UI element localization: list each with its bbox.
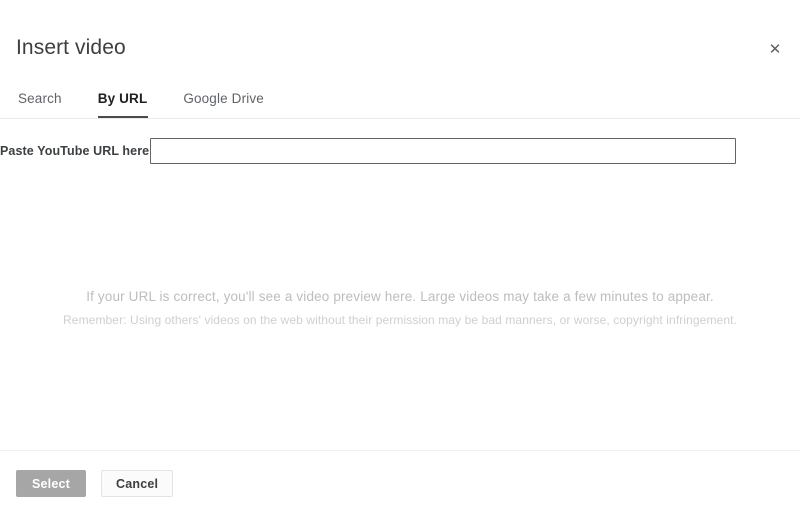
tab-by-url[interactable]: By URL [80, 78, 166, 119]
close-icon[interactable]: ✕ [762, 36, 788, 62]
dialog-body: Paste YouTube URL here: If your URL is c… [0, 119, 800, 450]
preview-hint-secondary: Remember: Using others' videos on the we… [63, 313, 737, 327]
url-field-row: Paste YouTube URL here: [0, 136, 800, 166]
cancel-button[interactable]: Cancel [101, 470, 174, 497]
insert-video-dialog: Insert video ✕ Search By URL Google Driv… [0, 0, 800, 529]
select-button[interactable]: Select [16, 470, 86, 497]
footer-button-group: Select Cancel [16, 470, 174, 497]
tab-google-drive-label: Google Drive [183, 91, 264, 106]
tab-search-label: Search [18, 91, 62, 106]
preview-hint-primary: If your URL is correct, you'll see a vid… [86, 289, 714, 304]
tab-by-url-label: By URL [97, 91, 148, 106]
tabs-bar: Search By URL Google Drive [0, 78, 800, 119]
tab-google-drive[interactable]: Google Drive [165, 78, 282, 119]
video-preview-area: If your URL is correct, you'll see a vid… [0, 166, 800, 450]
tab-list: Search By URL Google Drive [0, 78, 282, 119]
url-input[interactable] [150, 138, 736, 164]
tab-search[interactable]: Search [0, 78, 80, 119]
dialog-footer: Select Cancel [0, 450, 800, 529]
url-field-label: Paste YouTube URL here: [0, 144, 154, 158]
page-title: Insert video [16, 36, 126, 59]
dialog-header: Insert video ✕ [0, 0, 800, 78]
